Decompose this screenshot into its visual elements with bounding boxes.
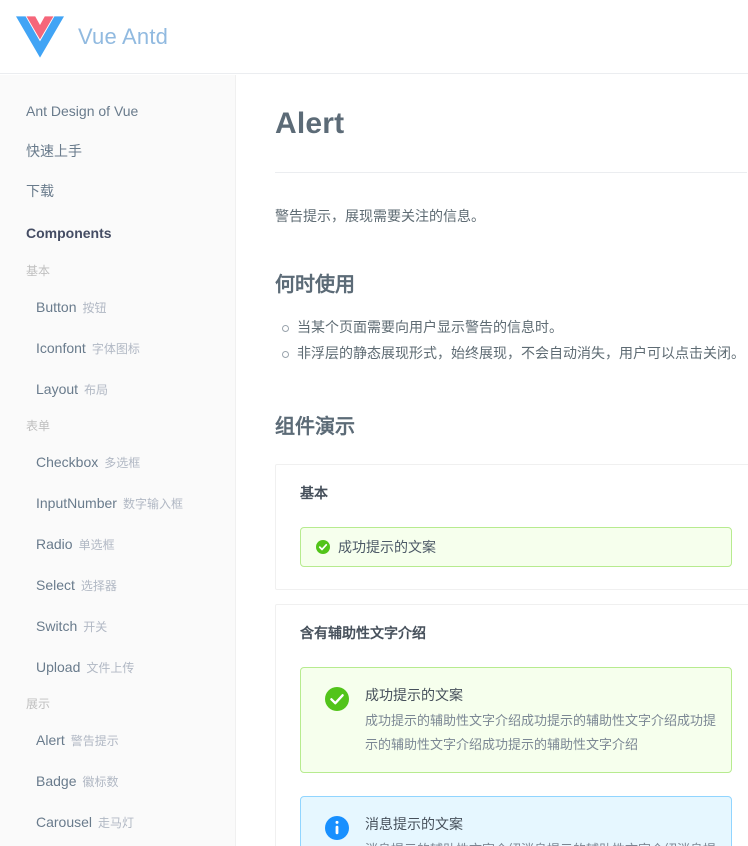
- sidebar-item-radio[interactable]: Radio 单选框: [0, 524, 235, 565]
- section-heading-when-to-use: 何时使用: [275, 274, 355, 296]
- alert-body: 消息提示的文案消息提示的辅助性文字介绍消息提示的辅助性文字介绍消息提示的辅助性文…: [365, 812, 716, 846]
- sidebar-group-form: 表单: [26, 419, 51, 433]
- sidebar-section-title-components: Components: [26, 225, 112, 241]
- nav-item-label-en: Carousel: [36, 814, 93, 830]
- site-header: Vue Antd: [0, 0, 748, 74]
- sidebar-group-display: 展示: [26, 697, 51, 711]
- sidebar-item-upload[interactable]: Upload 文件上传: [0, 647, 235, 688]
- nav-item-label-en: Checkbox: [36, 454, 99, 470]
- alert-message: 成功提示的文案: [365, 687, 463, 703]
- when-to-use-item: 非浮层的静态展现形式，始终展现，不会自动消失，用户可以点击关闭。: [275, 340, 748, 366]
- brand-logo-link[interactable]: Vue Antd: [0, 13, 168, 61]
- alert-info: 消息提示的文案消息提示的辅助性文字介绍消息提示的辅助性文字介绍消息提示的辅助性文…: [300, 796, 732, 846]
- sidebar-group-basic: 基本: [26, 264, 51, 278]
- alert-body: 成功提示的文案: [338, 536, 716, 558]
- check-circle-icon: [316, 540, 330, 554]
- nav-item-label-cn: 数字输入框: [122, 497, 183, 511]
- alert-body: 成功提示的文案成功提示的辅助性文字介绍成功提示的辅助性文字介绍成功提示的辅助性文…: [365, 683, 716, 757]
- alert-success: 成功提示的文案成功提示的辅助性文字介绍成功提示的辅助性文字介绍成功提示的辅助性文…: [300, 667, 732, 773]
- nav-item-label-cn: 按钮: [82, 301, 107, 315]
- check-circle-icon: [325, 687, 349, 711]
- title-divider: [275, 172, 747, 173]
- sidebar-item-carousel[interactable]: Carousel 走马灯: [0, 802, 235, 843]
- nav-item-label-en: Select: [36, 577, 75, 593]
- nav-item-label-cn: 徽标数: [82, 775, 119, 789]
- sidebar-nav[interactable]: Ant Design of Vue 快速上手 下载 Components 基本 Butto…: [0, 75, 236, 846]
- nav-item-label-cn: 多选框: [104, 456, 141, 470]
- sidebar-item-inputnumber[interactable]: InputNumber 数字输入框: [0, 483, 235, 524]
- when-to-use-list: 当某个页面需要向用户显示警告的信息时。 非浮层的静态展现形式，始终展现，不会自动消…: [275, 314, 748, 366]
- sidebar-item-switch[interactable]: Switch 开关: [0, 606, 235, 647]
- sidebar-item-layout[interactable]: Layout 布局: [0, 369, 235, 410]
- section-heading-demo: 组件演示: [275, 416, 355, 438]
- brand-title: Vue Antd: [78, 23, 169, 49]
- sidebar-item-quick-start[interactable]: 快速上手: [0, 131, 235, 171]
- alert-success: 成功提示的文案: [300, 527, 732, 567]
- sidebar-item-checkbox[interactable]: Checkbox 多选框: [0, 442, 235, 483]
- alert-message: 消息提示的文案: [365, 816, 463, 832]
- sidebar-item-badge[interactable]: Badge 徽标数: [0, 761, 235, 802]
- alert-description: 消息提示的辅助性文字介绍消息提示的辅助性文字介绍消息提示的辅助性文字介绍: [365, 838, 716, 846]
- nav-item-label-cn: 走马灯: [98, 816, 135, 830]
- sidebar-item-download[interactable]: 下载: [0, 171, 235, 211]
- nav-item-label-en: Button: [36, 299, 77, 315]
- demo-card-list: 基本 成功提示的文案 含有辅助性文字介绍 成功提示的文案 成功提示的辅助性文字介绍成功提…: [275, 464, 748, 846]
- nav-item-label-en: Iconfont: [36, 340, 86, 356]
- when-to-use-item: 当某个页面需要向用户显示警告的信息时。: [275, 314, 748, 340]
- nav-item-label-en: Alert: [36, 732, 65, 748]
- alert-message: 成功提示的文案: [338, 539, 436, 555]
- nav-item-label-en: Upload: [36, 659, 81, 675]
- nav-item-label-cn: 单选框: [78, 538, 115, 552]
- demo-card-with-description: 含有辅助性文字介绍成功提示的文案成功提示的辅助性文字介绍成功提示的辅助性文字介绍…: [275, 604, 748, 846]
- alert-description: 成功提示的辅助性文字介绍成功提示的辅助性文字介绍成功提示的辅助性文字介绍成功提示…: [365, 713, 717, 752]
- nav-item-label-cn: 布局: [84, 383, 109, 397]
- nav-item-label-en: Switch: [36, 618, 78, 634]
- nav-item-label-en: Layout: [36, 381, 79, 397]
- demo-card-title: 基本: [300, 485, 328, 501]
- nav-item-label-en: Radio: [36, 536, 73, 552]
- nav-item-label-cn: 警告提示: [70, 734, 119, 748]
- main-content: Alert 警告提示，展现需要关注的信息。 何时使用 当某个页面需要向用户显示警…: [237, 75, 748, 846]
- nav-item-label-cn: 字体图标: [91, 342, 140, 356]
- nav-item-label-cn: 选择器: [80, 579, 117, 593]
- sidebar-item-button[interactable]: Button 按钮: [0, 287, 235, 328]
- demo-card-basic: 基本成功提示的文案: [275, 464, 748, 590]
- vue-logo-icon: [16, 15, 64, 58]
- nav-item-label-cn: 文件上传: [86, 661, 135, 675]
- page-intro: 警告提示，展现需要关注的信息。: [275, 208, 485, 224]
- nav-item-label-cn: 开关: [83, 620, 108, 634]
- sidebar-item-ant-design-of-vue[interactable]: Ant Design of Vue: [0, 91, 235, 131]
- nav-item-label-en: Badge: [36, 773, 77, 789]
- sidebar-item-select[interactable]: Select 选择器: [0, 565, 235, 606]
- info-circle-icon: [325, 816, 349, 840]
- sidebar-item-iconfont[interactable]: Iconfont 字体图标: [0, 328, 235, 369]
- page-title: Alert: [275, 107, 345, 140]
- nav-item-label-en: InputNumber: [36, 495, 117, 511]
- demo-card-title: 含有辅助性文字介绍: [300, 625, 426, 641]
- sidebar-item-alert[interactable]: Alert 警告提示: [0, 720, 235, 761]
